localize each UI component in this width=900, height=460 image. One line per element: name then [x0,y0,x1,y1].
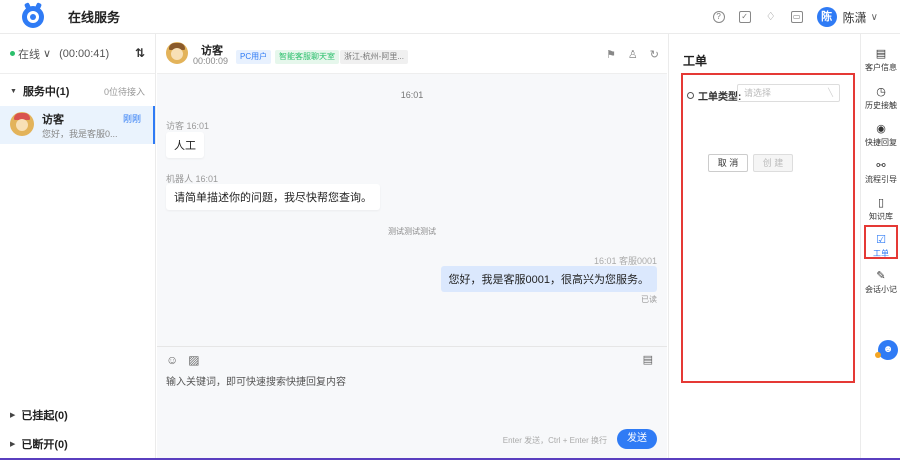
calendar-icon[interactable]: ▭ [790,11,803,23]
top-bar: 在线服务 ? ✓ ♢ ▭ 陈 陈潇 ∨ [0,0,900,34]
group-disconnected[interactable]: ▶ 已断开(0) [0,431,156,457]
conversation-panel: 在线 ∨ (00:00:41) ⇅ ▼ 服务中(1) 0位待接入 访客 您好，我… [0,34,156,460]
note-icon: ✎ [876,270,886,282]
tool-quick-reply[interactable]: ◉ 快捷回复 [861,123,900,148]
group-suspended-wrap: ▶ 已挂起(0) [0,402,156,428]
group-suspended[interactable]: ▶ 已挂起(0) [0,402,156,428]
expand-right-icon: ▶ [10,441,16,448]
system-note: 测试测试测试 [388,227,436,236]
chat-panel: 访客 00:00:09 PC用户 智能客服聊天室 浙江-杭州-阿里... ⚑ ♙… [157,34,667,460]
customer-info-icon: ▤ [875,48,887,60]
work-order-title: 工单 [683,54,708,68]
assistant-bot-icon[interactable]: ☻ [875,340,898,360]
conversation-preview: 您好，我是客服0... [42,129,118,139]
send-button[interactable]: 发送 [617,429,657,449]
chat-header-actions: ⚑ ♙ ↻ [606,48,659,61]
conversation-time: 刚刚 [122,114,141,124]
message-bubble: 人工 [166,132,204,158]
tool-flow-guide[interactable]: ⚯ 流程引导 [861,160,900,185]
tool-label: 快捷回复 [865,138,897,147]
tool-label: 历史接触 [865,101,897,110]
message-list: 16:01 访客 16:01 人工 机器人 16:01 请简单描述你的问题，我尽… [157,74,667,346]
tool-label: 会话小记 [865,285,897,294]
top-icons: ? ✓ ♢ ▭ 陈 陈潇 ∨ [712,0,878,34]
flow-guide-icon: ⚯ [876,160,886,172]
app-logo-icon [22,1,44,28]
tool-label: 流程引导 [865,175,897,184]
conversation-name: 访客 [42,114,64,126]
history-icon: ◷ [876,86,886,98]
status-timer: (00:00:41) [59,47,110,60]
clipboard-icon[interactable]: ▤ [643,353,653,366]
required-mark-icon [687,92,694,99]
app-root: 在线服务 ? ✓ ♢ ▭ 陈 陈潇 ∨ 在线 ∨ (00:00:41) ⇅ ▼ … [0,0,900,460]
cancel-button[interactable]: 取 消 [708,154,748,172]
send-hint: Enter 发送，Ctrl + Enter 换行 [502,436,607,445]
visitor-avatar [10,112,34,136]
tag-pc-user: PC用户 [236,50,272,64]
help-icon[interactable]: ? [712,11,725,23]
work-order-type-select[interactable]: 请选择 ╲ [737,84,840,102]
group-serving-label: 服务中(1) [22,86,70,98]
status-caret-icon: ∨ [43,48,52,60]
online-dot-icon [10,51,15,56]
read-status: 已读 [641,295,657,304]
user-name[interactable]: 陈潇 [843,9,867,26]
group-disconnected-wrap: ▶ 已断开(0) [0,431,156,457]
highlight-box [681,73,855,383]
tool-label: 知识库 [869,212,893,221]
quick-reply-icon: ◉ [876,123,886,135]
waiting-count: 0位待接入 [103,86,145,97]
tool-session-note[interactable]: ✎ 会话小记 [861,270,900,295]
chat-header: 访客 00:00:09 PC用户 智能客服聊天室 浙江-杭州-阿里... ⚑ ♙… [157,34,667,74]
message-bubble: 请简单描述你的问题，我尽快帮您查询。 [166,184,380,210]
checkbox-icon[interactable]: ✓ [738,11,751,23]
expand-right-icon: ▶ [10,412,16,419]
message-composer: ☺ ▨ ▤ 输入关键词，即可快速搜索快捷回复内容 Enter 发送，Ctrl +… [157,346,667,460]
tag-location: 浙江-杭州-阿里... [340,50,408,64]
visitor-avatar [166,42,188,64]
tool-strip: ▤ 客户信息 ◷ 历史接触 ◉ 快捷回复 ⚯ 流程引导 ▯ 知识库 ☑ 工单 ✎… [860,34,900,460]
bell-icon[interactable]: ♢ [765,11,777,23]
sort-icon[interactable]: ⇅ [135,46,145,60]
tool-knowledge[interactable]: ▯ 知识库 [861,197,900,222]
work-order-panel: 工单 工单类型: 请选择 ╲ 取 消 创 建 [668,34,859,460]
work-order-type-row: 工单类型: [687,88,741,103]
knowledge-icon: ▯ [877,197,885,209]
work-order-type-label: 工单类型: [698,92,742,103]
flag-icon[interactable]: ⚑ [606,48,616,61]
expand-down-icon: ▼ [10,87,17,95]
composer-input[interactable]: 输入关键词，即可快速搜索快捷回复内容 [166,373,346,388]
transfer-user-icon[interactable]: ♙ [628,48,638,61]
app-title: 在线服务 [68,10,121,25]
group-suspended-label: 已挂起(0) [21,410,68,422]
user-avatar[interactable]: 陈 [816,7,837,27]
group-serving[interactable]: ▼ 服务中(1) 0位待接入 [0,78,155,104]
group-disconnected-label: 已断开(0) [21,439,68,451]
agent-message-bubble: 您好，我是客服0001，很高兴为您服务。 [440,266,657,292]
tool-label: 客户信息 [865,63,897,72]
composer-tools: ☺ ▨ [166,353,200,367]
message-sender: 访客 16:01 [166,121,210,131]
select-arrow-icon: ╲ [828,88,833,97]
tool-customer-info[interactable]: ▤ 客户信息 [861,48,900,73]
create-button[interactable]: 创 建 [753,154,793,172]
conversation-item[interactable]: 访客 您好，我是客服0... 刚刚 [0,106,155,144]
visitor-timer: 00:00:09 [193,56,229,66]
tool-history[interactable]: ◷ 历史接触 [861,86,900,111]
tag-chatroom: 智能客服聊天室 [275,50,339,64]
chevron-down-icon[interactable]: ∨ [871,12,878,23]
time-divider: 16:01 [400,90,424,100]
end-session-icon[interactable]: ↻ [650,48,659,61]
highlight-box [864,225,898,259]
select-placeholder: 请选择 [744,88,772,98]
status-label: 在线 [18,48,40,61]
emoji-icon[interactable]: ☺ [166,353,178,367]
image-icon[interactable]: ▨ [188,353,199,367]
agent-status[interactable]: 在线 ∨ (00:00:41) ⇅ [0,34,155,74]
